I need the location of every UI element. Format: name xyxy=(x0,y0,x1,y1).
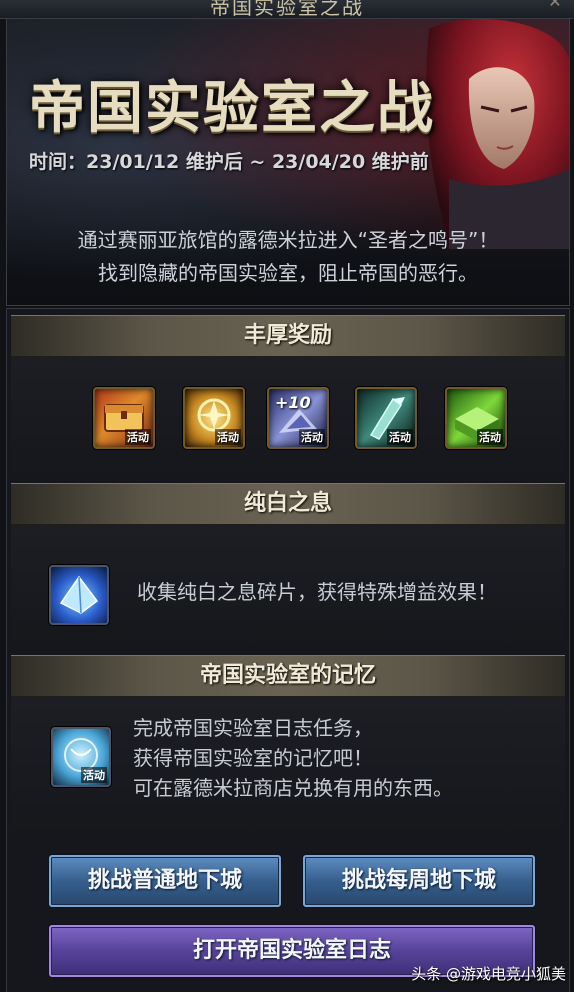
event-title: 帝国实验室之战 xyxy=(29,75,435,141)
green-box-icon[interactable]: 活动 xyxy=(445,387,507,449)
event-description-line: 找到隐藏的帝国实验室，阻止帝国的恶行。 xyxy=(98,261,478,285)
memory-header: 帝国实验室的记忆 xyxy=(11,655,565,697)
window-title-bar: 帝国实验室之战 ✕ xyxy=(0,0,574,19)
window-title: 帝国实验室之战 xyxy=(210,0,364,19)
event-tag: 活动 xyxy=(299,429,325,445)
event-banner: 帝国实验室之战 时间：23/01/12 维护后 ~ 23/04/20 维护前 通… xyxy=(6,18,570,306)
event-period: 时间：23/01/12 维护后 ~ 23/04/20 维护前 xyxy=(29,151,429,173)
challenge-weekly-dungeon-button[interactable]: 挑战每周地下城 xyxy=(303,855,535,907)
plus-ten-label: +10 xyxy=(275,393,311,412)
event-tag: 活动 xyxy=(387,429,413,445)
watermark: 头条 @游戏电竞小狐美 xyxy=(411,965,566,983)
event-tag: 活动 xyxy=(81,767,107,783)
challenge-normal-dungeon-button[interactable]: 挑战普通地下城 xyxy=(49,855,281,907)
event-description-line: 通过赛丽亚旅馆的露德米拉进入“圣者之鸣号”！ xyxy=(77,228,499,252)
memory-text-line: 可在露德米拉商店兑换有用的东西。 xyxy=(133,776,453,800)
rewards-section: 活动 活动 +10 活动 活动 活动 xyxy=(11,357,565,477)
crystal-spear-icon[interactable]: 活动 xyxy=(355,387,417,449)
memory-section: 活动 完成帝国实验室日志任务， 获得帝国实验室的记忆吧！ 可在露德米拉商店兑换有… xyxy=(11,697,565,837)
pure-breath-header: 纯白之息 xyxy=(11,483,565,525)
memory-orb-icon[interactable]: 活动 xyxy=(51,727,111,787)
event-description: 通过赛丽亚旅馆的露德米拉进入“圣者之鸣号”！ 找到隐藏的帝国实验室，阻止帝国的恶… xyxy=(7,224,569,290)
event-panel: 丰厚奖励 活动 活动 +10 活动 活动 活动 纯白之息 收集纯白之息碎片，获得… xyxy=(6,308,570,992)
event-tag: 活动 xyxy=(125,429,151,445)
memory-text: 完成帝国实验室日志任务， 获得帝国实验室的记忆吧！ 可在露德米拉商店兑换有用的东… xyxy=(133,713,453,803)
rewards-header: 丰厚奖励 xyxy=(11,315,565,357)
chest-box-icon[interactable]: 活动 xyxy=(93,387,155,449)
white-crystal-icon-art xyxy=(59,575,99,614)
close-icon[interactable]: ✕ xyxy=(546,0,564,10)
pure-breath-text: 收集纯白之息碎片，获得特殊增益效果！ xyxy=(137,580,497,604)
reinforce-ticket-icon[interactable]: +10 活动 xyxy=(267,387,329,449)
event-tag: 活动 xyxy=(477,429,503,445)
memory-text-line: 获得帝国实验室的记忆吧！ xyxy=(133,746,373,770)
memory-text-line: 完成帝国实验室日志任务， xyxy=(133,716,373,740)
white-crystal-icon[interactable] xyxy=(49,565,109,625)
reward-list: 活动 活动 +10 活动 活动 活动 xyxy=(11,387,565,449)
pure-breath-section: 收集纯白之息碎片，获得特殊增益效果！ xyxy=(11,525,565,649)
gold-orb-icon[interactable]: 活动 xyxy=(183,387,245,449)
event-tag: 活动 xyxy=(215,429,241,445)
event-window: 帝国实验室之战 ✕ 帝国实验室之战 时间：23/01/12 维护后 ~ 23/0… xyxy=(0,0,574,992)
